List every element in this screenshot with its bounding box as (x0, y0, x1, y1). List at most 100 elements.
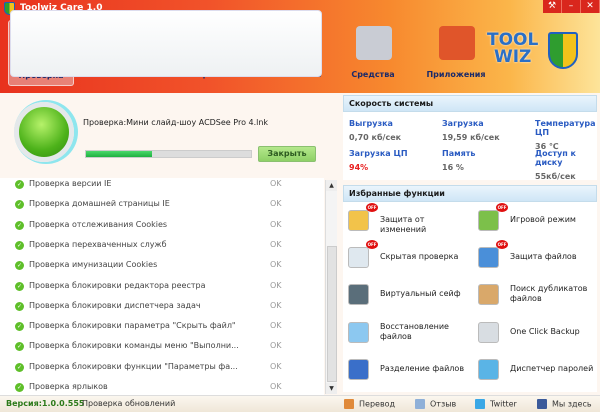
off-badge: OFF (496, 203, 508, 212)
scroll-up-button[interactable]: ▲ (326, 180, 337, 191)
footer-link-mail[interactable]: Отзыв (415, 399, 456, 409)
check-label: Проверка блокировки функции "Параметры ф… (29, 361, 238, 371)
footer-link-facebook[interactable]: Мы здесь (537, 399, 592, 409)
apps-icon (439, 26, 475, 60)
translate-icon (344, 399, 354, 409)
favorite-key[interactable]: Диспетчер паролей (473, 358, 598, 389)
stat-value: 16 % (442, 163, 464, 172)
speed-stat: Выгрузка 0,70 кб/сек (349, 119, 401, 142)
check-status: OK (270, 199, 282, 209)
off-badge: OFF (366, 240, 378, 250)
favorite-safe[interactable]: Виртуальный сейф (343, 284, 468, 314)
favorite-cubes[interactable]: One Click Backup (473, 321, 598, 352)
toolwiz-logo: TOOL WIZ (487, 32, 538, 66)
stat-label: Память (442, 149, 476, 158)
progress-fill (86, 151, 152, 157)
check-status: OK (270, 260, 282, 270)
favorite-clock-shield[interactable]: OFF Защита от изменений (343, 203, 468, 240)
version-label: Версия:1.0.0.555 (6, 399, 85, 408)
mail-icon (415, 399, 425, 409)
stat-label: Загрузка ЦП (349, 149, 408, 158)
safe-icon (348, 284, 369, 306)
stat-label: Доступ к диску (535, 149, 576, 167)
check-row: ✓ Проверка блокировки диспетчера задач OK (0, 297, 324, 317)
check-ok-icon: ✓ (15, 342, 24, 352)
cubes-icon (478, 321, 499, 343)
check-ok-icon: ✓ (15, 200, 24, 210)
stat-label: Выгрузка (349, 119, 393, 128)
check-label: Проверка блокировки диспетчера задач (29, 300, 201, 310)
scan-current-item: Проверка:Мини слайд-шоу ACDSee Pro 4.lnk (83, 118, 269, 127)
nav-tools[interactable]: Средства (340, 20, 406, 86)
footer-link-translate[interactable]: Перевод (344, 399, 395, 409)
favorite-file-protect[interactable]: OFF Защита файлов (473, 240, 598, 277)
favorite-label: Разделение файлов (380, 363, 465, 373)
close-scan-button[interactable]: Закрыть (258, 146, 316, 162)
favorite-label: Игровой режим (510, 215, 576, 224)
favorite-label: Поиск дубликатов файлов (510, 284, 588, 304)
check-label: Проверка ярлыков (29, 382, 108, 391)
check-row: ✓ Проверка отслеживания Cookies OK (0, 216, 324, 236)
folder-restore-icon (348, 321, 369, 343)
favorite-label: Виртуальный сейф (380, 289, 461, 299)
check-updates-link[interactable]: Проверка обновлений (82, 399, 175, 408)
clock-shield-icon (348, 210, 369, 231)
favorite-label: Восстановление файлов (380, 321, 449, 341)
minimize-button[interactable]: – (562, 0, 581, 13)
stat-label: Температура ЦП (535, 119, 596, 137)
scroll-down-button[interactable]: ▼ (326, 383, 337, 394)
check-label: Проверка перехваченных служб (29, 239, 167, 249)
favorite-label: Скрытая проверка (380, 252, 459, 262)
favorite-duplicate-files[interactable]: Поиск дубликатов файлов (473, 284, 598, 314)
footer-link-label: Мы здесь (552, 399, 592, 409)
close-window-button[interactable]: ✕ (581, 0, 600, 13)
check-label: Проверка отслеживания Cookies (29, 219, 168, 229)
speed-panel-title: Скорость системы (343, 95, 597, 112)
check-ok-icon: ✓ (15, 322, 24, 332)
check-status: OK (270, 361, 282, 371)
footer-link-label: Twitter (490, 399, 517, 409)
footer-link-label: Перевод (359, 399, 396, 409)
favorite-label: Защита от изменений (380, 215, 427, 234)
favorite-label: One Click Backup (510, 326, 580, 336)
check-row: ✓ Проверка блокировки параметра "Скрыть ф… (0, 317, 324, 337)
scan-progress-bar (85, 150, 252, 158)
footer-link-twitter[interactable]: Twitter (475, 399, 517, 409)
favorite-label: Защита файлов (510, 252, 577, 262)
check-row: ✓ Проверка блокировки команды меню "Выпол… (0, 337, 324, 357)
favorite-file-split[interactable]: Разделение файлов (343, 358, 468, 389)
check-label: Проверка блокировки редактора реестра (29, 280, 206, 290)
off-badge: OFF (496, 240, 508, 250)
speed-stat: Температура ЦП 36 ℃ (535, 119, 600, 151)
check-label: Проверка блокировки команды меню "Выполн… (29, 341, 239, 351)
nav-label: Средства (351, 70, 395, 79)
check-status: OK (270, 321, 282, 331)
twitter-icon (475, 399, 485, 409)
speed-stat: Доступ к диску 55кб/сек (535, 149, 600, 181)
check-status: OK (270, 179, 282, 188)
speed-stat: Память 16 % (442, 149, 475, 172)
check-status: OK (270, 382, 282, 391)
check-row: ✓ Проверка домашней страницы IE OK (0, 195, 324, 215)
stat-value: 94% (349, 163, 369, 172)
nav-apps[interactable]: Приложения (423, 20, 489, 86)
check-label: Проверка версии IE (29, 179, 112, 188)
stat-label: Загрузка (442, 119, 484, 128)
off-badge: OFF (366, 203, 378, 212)
gamepad-icon (478, 210, 499, 231)
favorite-gamepad[interactable]: OFF Игровой режим (473, 203, 598, 240)
scroll-thumb[interactable] (327, 246, 337, 382)
scan-status-card (10, 10, 322, 77)
speed-stat: Загрузка 19,59 кб/сек (442, 119, 500, 142)
check-ok-icon: ✓ (15, 240, 24, 250)
status-ball-icon (14, 102, 74, 162)
settings-button[interactable]: ⚒ (543, 0, 562, 13)
file-split-icon (348, 358, 369, 380)
check-row: ✓ Проверка блокировки функции "Параметры … (0, 358, 324, 378)
favorite-folder-restore[interactable]: Восстановление файлов (343, 321, 468, 352)
list-scrollbar[interactable]: ▲ ▼ (325, 180, 337, 394)
favorite-eye[interactable]: OFF Скрытая проверка (343, 240, 468, 277)
check-ok-icon: ✓ (15, 261, 24, 271)
check-status: OK (270, 239, 282, 249)
logo-line2: WIZ (493, 47, 532, 67)
